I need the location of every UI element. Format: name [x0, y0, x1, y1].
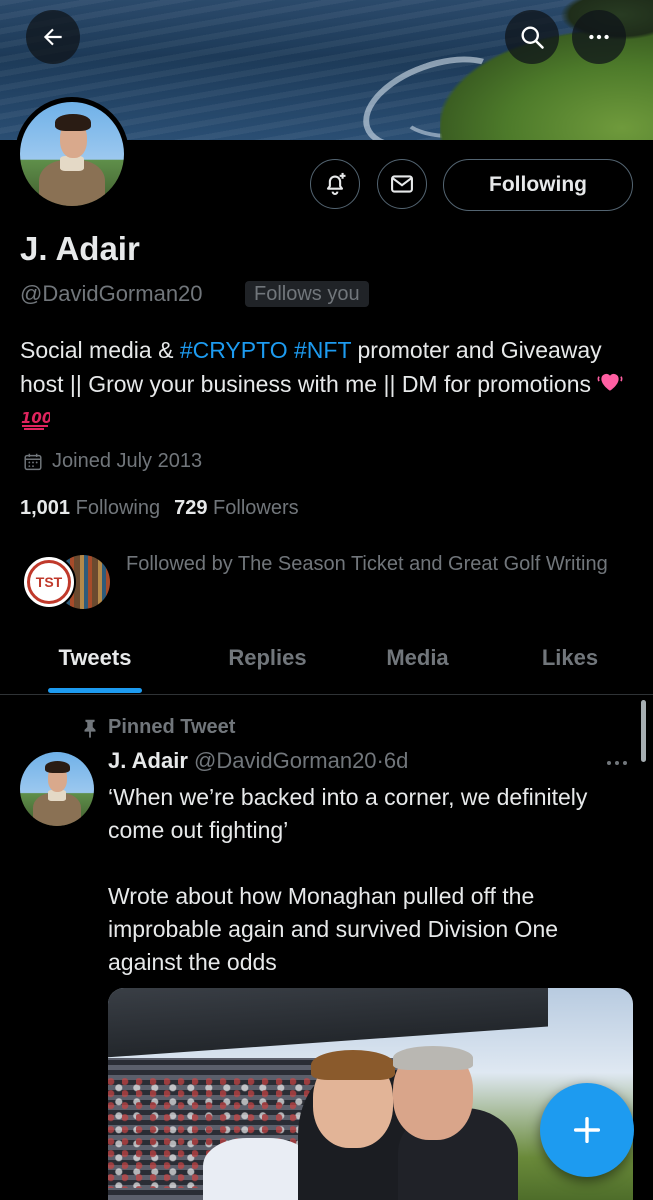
joined-text: Joined July 2013: [52, 450, 203, 472]
the-season-ticket-avatar: TST: [22, 555, 76, 609]
tweet-separator: ·: [376, 748, 384, 773]
profile-handle: @DavidGorman20: [20, 281, 203, 306]
tweet-author-handle[interactable]: @DavidGorman20: [194, 748, 377, 773]
notifications-button[interactable]: [310, 159, 360, 209]
more-button[interactable]: [572, 10, 626, 64]
tweet-author-avatar[interactable]: [20, 752, 94, 826]
search-icon: [521, 26, 544, 49]
man-hair: [393, 1046, 473, 1070]
following-label: Following: [75, 497, 161, 519]
tab-likes[interactable]: Likes: [495, 636, 645, 694]
tweet-age[interactable]: 6d: [384, 748, 408, 773]
followed-by-text[interactable]: Followed by The Season Ticket and Great …: [126, 548, 626, 580]
svg-text:100: 100: [21, 409, 50, 427]
search-button[interactable]: [505, 10, 559, 64]
tweet-media-image[interactable]: [108, 988, 633, 1200]
pinned-text: Pinned Tweet: [108, 716, 236, 738]
followers-label: Followers: [213, 497, 299, 519]
followers-link[interactable]: 729 Followers: [174, 497, 299, 519]
stadium-roof: [108, 988, 548, 1058]
profile-avatar[interactable]: [15, 97, 129, 211]
active-tab-indicator: [48, 688, 142, 693]
tweet-header: J. Adair @DavidGorman20·6d: [108, 748, 408, 774]
avatar-hair: [45, 760, 71, 773]
more-icon: [589, 34, 609, 40]
avatar-collar: [59, 156, 85, 171]
tab-tweets[interactable]: Tweets: [20, 636, 170, 694]
avatar-collar: [48, 790, 66, 801]
pinned-label: Pinned Tweet: [78, 716, 235, 739]
following-count: 1,001: [20, 497, 71, 519]
avatar-photo: [20, 102, 124, 206]
back-arrow-icon: [43, 28, 62, 46]
envelope-icon: [391, 175, 413, 193]
compose-tweet-button[interactable]: [540, 1083, 634, 1177]
avatar-hair: [55, 114, 91, 132]
tweet-paragraph: ‘When we’re backed into a corner, we def…: [108, 784, 588, 843]
hashtag-link[interactable]: #NFT: [294, 337, 351, 363]
plus-icon: [573, 1116, 601, 1144]
pin-icon: [84, 719, 96, 738]
player-hair: [311, 1050, 395, 1080]
tst-logo: TST: [27, 560, 71, 604]
tab-replies[interactable]: Replies: [190, 636, 345, 694]
hashtag-link[interactable]: #CRYPTO: [180, 337, 288, 363]
following-button[interactable]: Following: [443, 159, 633, 211]
bio-text: Social media &: [20, 337, 180, 363]
tweet-author-name[interactable]: J. Adair: [108, 748, 188, 773]
bell-plus-icon: [326, 172, 346, 195]
heart-emoji: [597, 368, 623, 403]
profile-bio: Social media & #CRYPTO #NFT promoter and…: [20, 333, 640, 440]
calendar-icon: [24, 453, 42, 470]
followed-by-avatars[interactable]: TST: [22, 555, 112, 611]
tweet-more-button[interactable]: [604, 754, 630, 777]
player-shirt: [203, 1138, 313, 1200]
tab-media[interactable]: Media: [345, 636, 490, 694]
following-link[interactable]: 1,001 Following: [20, 497, 160, 519]
followers-count: 729: [174, 497, 208, 519]
joined-date: Joined July 2013: [22, 450, 202, 473]
avatar-photo: [20, 752, 94, 826]
hundred-points-emoji: 100: [20, 405, 52, 440]
more-icon: [607, 761, 627, 765]
follow-counts: 1,001 Following 729 Followers: [20, 497, 299, 520]
follows-you-badge: Follows you: [245, 281, 369, 307]
back-button[interactable]: [26, 10, 80, 64]
tweet-text: ‘When we’re backed into a corner, we def…: [108, 781, 628, 979]
profile-display-name: J. Adair: [20, 230, 140, 267]
tweet-paragraph: Wrote about how Monaghan pulled off the …: [108, 883, 559, 975]
scrollbar[interactable]: [641, 700, 646, 762]
message-button[interactable]: [377, 159, 427, 209]
profile-tabs: Tweets Replies Media Likes: [0, 636, 653, 695]
